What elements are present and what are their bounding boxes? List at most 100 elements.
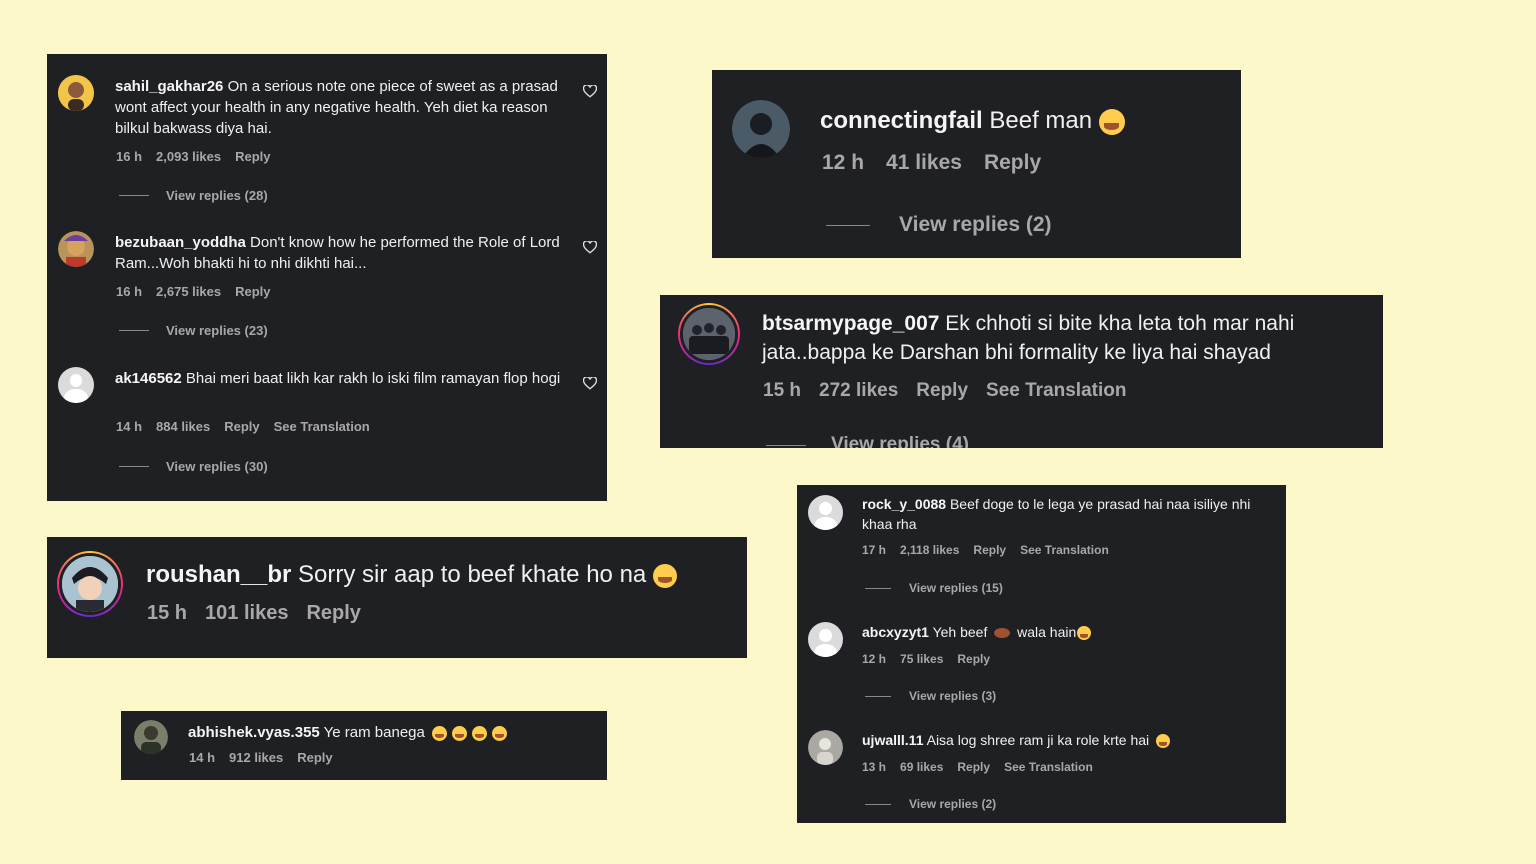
reply-button[interactable]: Reply: [235, 284, 270, 299]
username[interactable]: abhishek.vyas.355: [188, 724, 320, 741]
see-translation-button[interactable]: See Translation: [1020, 543, 1109, 557]
username[interactable]: connectingfail: [820, 107, 983, 134]
comment-card-5: abhishek.vyas.355 Ye ram banega 14 h 912 …: [121, 711, 607, 780]
view-replies-label: View replies (3): [909, 689, 997, 703]
avatar[interactable]: [58, 231, 94, 267]
username[interactable]: rock_y_0088: [862, 496, 946, 512]
heart-outline-icon[interactable]: [582, 240, 598, 259]
see-translation-button[interactable]: See Translation: [986, 380, 1126, 401]
comment-meta: 14 h 884 likes Reply See Translation: [116, 419, 384, 434]
comment-text: Bhai meri baat likh kar rakh lo iski fil…: [185, 370, 561, 387]
comment-meta: 15 h 101 likes Reply: [147, 602, 375, 625]
view-replies-label: View replies (2): [909, 797, 997, 811]
view-replies-button[interactable]: View replies (28): [119, 188, 268, 203]
timestamp: 14 h: [189, 750, 216, 765]
heart-outline-icon[interactable]: [582, 376, 598, 395]
comment-card-4: roushan__br Sorry sir aap to beef khate …: [47, 537, 747, 658]
reply-button[interactable]: Reply: [235, 149, 270, 164]
reply-button[interactable]: Reply: [957, 760, 990, 774]
username[interactable]: bezubaan_yoddha: [115, 234, 246, 251]
reply-button[interactable]: Reply: [224, 419, 259, 434]
divider: [865, 587, 891, 589]
timestamp: 12 h: [822, 151, 865, 174]
story-ring-avatar[interactable]: [678, 303, 740, 365]
timestamp: 13 h: [862, 760, 887, 774]
comment-text: Yeh beef: [932, 624, 988, 640]
reply-button[interactable]: Reply: [984, 151, 1041, 174]
view-replies-label: View replies (28): [166, 188, 268, 203]
avatar[interactable]: [808, 730, 843, 765]
likes-count[interactable]: 272 likes: [819, 380, 898, 401]
grinning-squinting-face-emoji: [432, 725, 448, 741]
likes-count[interactable]: 101 likes: [205, 602, 288, 624]
reply-button[interactable]: Reply: [306, 602, 360, 624]
likes-count[interactable]: 2,675 likes: [156, 284, 221, 299]
comment-body: ak146562 Bhai meri baat likh kar rakh lo…: [115, 368, 565, 389]
comment-text: Beef man: [989, 107, 1093, 134]
timestamp: 14 h: [116, 419, 143, 434]
comment-meta: 16 h 2,675 likes Reply: [116, 284, 284, 299]
comment-text: wala hain: [1017, 624, 1077, 640]
timestamp: 16 h: [116, 149, 143, 164]
likes-count[interactable]: 912 likes: [229, 750, 283, 765]
avatar: [59, 553, 121, 615]
view-replies-button[interactable]: View replies (2): [865, 797, 996, 811]
username[interactable]: abcxyzyt1: [862, 624, 929, 640]
likes-count[interactable]: 41 likes: [886, 151, 962, 174]
comment-body: rock_y_0088 Beef doge to le lega ye pras…: [862, 495, 1277, 534]
comment-card-1: sahil_gakhar26 On a serious note one pie…: [47, 54, 607, 501]
reply-button[interactable]: Reply: [297, 750, 332, 765]
see-translation-button[interactable]: See Translation: [274, 419, 370, 434]
username[interactable]: roushan__br: [146, 561, 291, 588]
avatar[interactable]: [58, 75, 94, 111]
divider: [119, 330, 149, 331]
grinning-squinting-face-emoji: [1077, 626, 1092, 641]
view-replies-label: View replies (30): [166, 459, 268, 474]
reply-button[interactable]: Reply: [973, 543, 1006, 557]
divider: [119, 466, 149, 467]
view-replies-label: View replies (23): [166, 323, 268, 338]
see-translation-button[interactable]: See Translation: [1004, 760, 1093, 774]
reply-button[interactable]: Reply: [957, 652, 990, 666]
heart-outline-icon[interactable]: [582, 84, 598, 103]
username[interactable]: ak146562: [115, 370, 182, 387]
avatar[interactable]: [58, 367, 94, 403]
likes-count[interactable]: 75 likes: [900, 652, 943, 666]
comment-meta: 16 h 2,093 likes Reply: [116, 149, 284, 164]
comment-card-2: connectingfail Beef man 12 h 41 likes Repl…: [712, 70, 1241, 258]
avatar: [680, 305, 738, 363]
username[interactable]: btsarmypage_007: [762, 312, 939, 335]
comment-meta: 15 h 272 likes Reply See Translation: [763, 380, 1140, 402]
username[interactable]: sahil_gakhar26: [115, 78, 223, 95]
divider: [865, 695, 891, 697]
reply-button[interactable]: Reply: [916, 380, 968, 401]
likes-count[interactable]: 884 likes: [156, 419, 210, 434]
story-ring-avatar[interactable]: [57, 551, 123, 617]
comment-body: ujwalll.11 Aisa log shree ram ji ka role…: [862, 731, 1277, 751]
username[interactable]: ujwalll.11: [862, 732, 923, 748]
comment-body: roushan__br Sorry sir aap to beef khate …: [146, 558, 736, 592]
avatar[interactable]: [134, 720, 168, 754]
likes-count[interactable]: 69 likes: [900, 760, 943, 774]
view-replies-button[interactable]: View replies (4): [766, 434, 969, 448]
avatar[interactable]: [732, 100, 790, 158]
view-replies-label: View replies (15): [909, 581, 1003, 595]
view-replies-button[interactable]: View replies (15): [865, 581, 1003, 595]
view-replies-label: View replies (4): [831, 434, 969, 448]
comment-body: btsarmypage_007 Ek chhoti si bite kha le…: [762, 309, 1362, 367]
comment-meta: 13 h 69 likes Reply See Translation: [862, 760, 1107, 774]
view-replies-button[interactable]: View replies (30): [119, 459, 268, 474]
timestamp: 15 h: [763, 380, 802, 401]
meat-on-bone-emoji: [994, 628, 1011, 639]
view-replies-button[interactable]: View replies (23): [119, 323, 268, 338]
avatar[interactable]: [808, 622, 843, 657]
likes-count[interactable]: 2,118 likes: [900, 543, 959, 557]
avatar[interactable]: [808, 495, 843, 530]
view-replies-button[interactable]: View replies (2): [826, 213, 1052, 237]
grinning-squinting-face-emoji: [652, 563, 677, 588]
comment-body: sahil_gakhar26 On a serious note one pie…: [115, 76, 565, 139]
view-replies-button[interactable]: View replies (3): [865, 689, 996, 703]
divider: [826, 224, 870, 226]
comment-card-3: btsarmypage_007 Ek chhoti si bite kha le…: [660, 295, 1383, 448]
likes-count[interactable]: 2,093 likes: [156, 149, 221, 164]
